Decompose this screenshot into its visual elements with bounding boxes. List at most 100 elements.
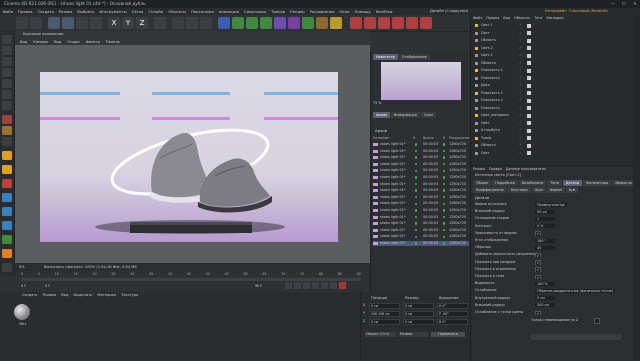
workplane-icon[interactable] <box>2 126 12 135</box>
render-settings-icon[interactable] <box>200 17 212 29</box>
object-row[interactable]: Аттрибута ✓ <box>475 128 635 133</box>
visibility-check-icon[interactable]: ✓ <box>519 23 522 28</box>
archive-row[interactable]: shoes light 01* 00:00:03 1280x720 <box>373 241 469 246</box>
material-menu-item[interactable]: Правка <box>43 293 57 297</box>
coord-rot-field[interactable]: P -90° <box>437 311 468 317</box>
object-row[interactable]: Область ✓ <box>475 38 635 43</box>
redshift-o-icon[interactable] <box>2 221 12 230</box>
visibility-check-icon[interactable]: ✓ <box>519 53 522 58</box>
redshift-light-icon[interactable] <box>406 17 418 29</box>
tag-icon[interactable] <box>527 113 531 118</box>
material-menu-item[interactable]: Вид <box>61 293 68 297</box>
mograph-icon[interactable] <box>274 17 286 29</box>
attr-tab[interactable]: Детали <box>562 180 582 186</box>
object-menu-item[interactable]: Объекты <box>514 16 530 20</box>
attr-param-value[interactable]: 1 <box>535 216 555 221</box>
tag-icon[interactable] <box>527 143 531 148</box>
z-axis-icon[interactable]: Z <box>136 17 148 29</box>
subdivision-icon[interactable] <box>246 17 258 29</box>
archive-row[interactable]: shoes light 01* 00:00:03 1280x720 <box>373 195 469 200</box>
attr-param-value[interactable]: 100 % <box>535 281 555 286</box>
attr-param-value[interactable]: 40 <box>535 245 555 250</box>
floor-icon[interactable] <box>302 17 314 29</box>
archive-row[interactable]: shoes light 01* 00:00:03 1280x720 <box>373 168 469 173</box>
redshift-c-icon[interactable] <box>2 179 12 188</box>
visibility-check-icon[interactable]: ✓ <box>519 121 522 126</box>
menu-item[interactable]: Режим <box>56 8 74 15</box>
menu-item[interactable]: Рендер <box>288 8 307 15</box>
object-row[interactable]: Ткань ✓ <box>475 136 635 141</box>
timeline[interactable]: 0 5 10 15 20 25 30 35 40 45 50 55 60 65 70 75 80 85 90 0 F… <box>15 271 370 291</box>
redshift-s2-icon[interactable] <box>2 249 12 258</box>
make-editable-icon[interactable] <box>2 35 12 44</box>
visibility-check-icon[interactable]: ✓ <box>519 31 522 36</box>
menu-item[interactable]: Инструменты <box>97 8 129 15</box>
attr-tab[interactable]: Шум <box>531 187 546 193</box>
menu-item[interactable]: Анимация <box>216 8 241 15</box>
z-only-checkbox[interactable] <box>594 318 600 324</box>
object-row[interactable]: Свет ✓ <box>475 31 635 36</box>
camera-icon[interactable] <box>316 17 328 29</box>
frame-current[interactable]: 0 F <box>45 283 65 289</box>
redshift-camera-icon[interactable] <box>420 17 432 29</box>
attr-param-checkbox[interactable]: ✓ <box>535 310 541 315</box>
tag-icon[interactable] <box>527 53 531 58</box>
visibility-check-icon[interactable]: ✓ <box>519 128 522 133</box>
coord-size-field[interactable]: 0 см <box>403 319 434 325</box>
material-menu-item[interactable]: Выделить <box>74 293 93 297</box>
record-icon[interactable] <box>339 282 346 289</box>
menu-item[interactable]: Расширения <box>307 8 337 15</box>
tag-icon[interactable] <box>527 46 531 50</box>
attr-menu-item[interactable]: Правка <box>489 167 502 171</box>
visibility-check-icon[interactable]: ✓ <box>519 113 522 118</box>
object-row[interactable]: Цвет_материал ✓ <box>475 113 635 118</box>
points-mode-icon[interactable] <box>2 68 12 77</box>
y-axis-icon[interactable]: Y <box>122 17 134 29</box>
rotate-icon[interactable] <box>90 17 102 29</box>
tag-icon[interactable] <box>527 31 531 35</box>
redshift-b-icon[interactable] <box>2 151 12 160</box>
coord-mode-select[interactable]: Объект (Отн) <box>365 332 396 337</box>
menu-item[interactable]: Симуляция <box>241 8 268 15</box>
redshift-icon[interactable] <box>350 17 362 29</box>
object-row[interactable]: Свет.1 ✓ <box>475 23 635 28</box>
frame-end[interactable]: 90 F <box>255 283 275 289</box>
visibility-check-icon[interactable]: ✓ <box>519 106 522 111</box>
object-menu-item[interactable]: Закладки <box>546 16 563 20</box>
tag-icon[interactable] <box>527 136 531 140</box>
scale-icon[interactable] <box>76 17 88 29</box>
visibility-check-icon[interactable]: ✓ <box>519 98 522 103</box>
tag-icon[interactable] <box>527 91 531 95</box>
tag-icon[interactable] <box>527 121 531 125</box>
material-preview[interactable] <box>14 304 30 320</box>
attr-param-value[interactable]: Обратно-квадратичное (физически точно) <box>535 288 616 293</box>
attr-tab[interactable]: Бум <box>565 187 579 193</box>
object-menu-item[interactable]: Правка <box>486 16 499 20</box>
object-row[interactable]: Свет ✓ <box>475 151 635 156</box>
object-row[interactable]: Плоскость.2 ✓ <box>475 98 635 103</box>
move-icon[interactable] <box>62 17 74 29</box>
visibility-check-icon[interactable]: ✓ <box>519 136 522 141</box>
x-axis-icon[interactable]: X <box>108 17 120 29</box>
object-row[interactable]: Область ✓ <box>475 61 635 66</box>
coord-pos-field[interactable]: 206.196 см <box>369 311 400 317</box>
solo-icon[interactable] <box>2 137 12 146</box>
coord-size-select[interactable]: Размер <box>399 332 428 337</box>
archive-tab[interactable]: Слои <box>420 112 436 118</box>
archive-row[interactable]: shoes light 01* 00:00:03 1280x720 <box>373 234 469 239</box>
apply-button[interactable]: Применить <box>431 332 465 337</box>
more-tools-icon[interactable] <box>2 263 12 272</box>
attr-param-value[interactable]: 50 см <box>535 209 555 214</box>
object-row[interactable]: Область ✓ <box>475 143 635 148</box>
archive-row[interactable]: shoes light 01* 00:00:03 1280x720 <box>373 228 469 233</box>
visibility-check-icon[interactable]: ✓ <box>519 38 522 43</box>
attr-menu-item[interactable]: Данные пользователя <box>506 167 546 171</box>
tag-icon[interactable] <box>527 98 531 103</box>
coord-size-field[interactable]: 0 см <box>403 311 434 317</box>
object-row[interactable]: Свет.2 ✓ <box>475 46 635 51</box>
frame-start[interactable]: 0 F <box>21 283 41 289</box>
archive-tab[interactable]: Архив <box>373 112 390 118</box>
render-panel-tab[interactable]: Навигатор <box>373 54 398 60</box>
timeline-track[interactable] <box>21 278 361 281</box>
attr-tab[interactable]: Тени <box>547 180 562 186</box>
